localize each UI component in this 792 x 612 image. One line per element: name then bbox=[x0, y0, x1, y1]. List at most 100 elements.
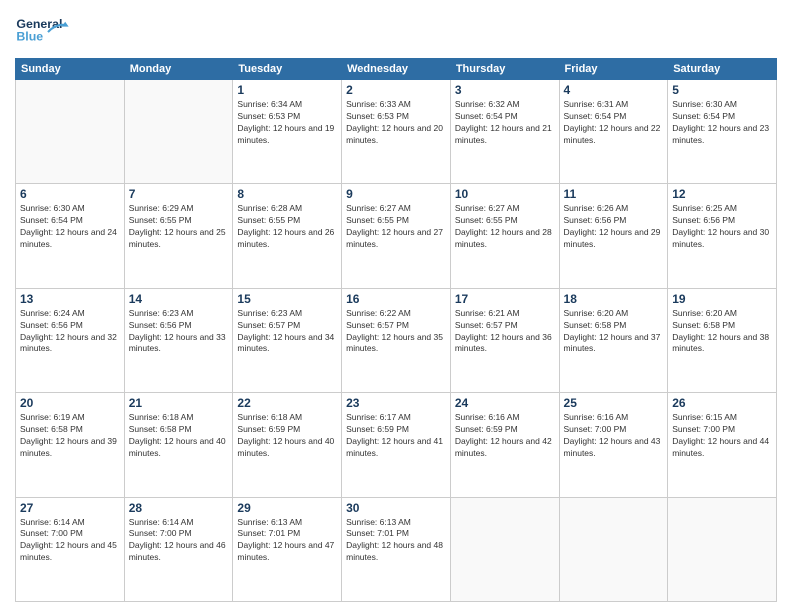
day-number: 23 bbox=[346, 396, 446, 410]
day-info: Sunrise: 6:13 AM Sunset: 7:01 PM Dayligh… bbox=[346, 517, 446, 565]
day-cell: 6 Sunrise: 6:30 AM Sunset: 6:54 PM Daylig… bbox=[16, 184, 125, 288]
day-info: Sunrise: 6:34 AM Sunset: 6:53 PM Dayligh… bbox=[237, 99, 337, 147]
column-header-sunday: Sunday bbox=[16, 59, 125, 80]
day-info: Sunrise: 6:22 AM Sunset: 6:57 PM Dayligh… bbox=[346, 308, 446, 356]
week-row-3: 13 Sunrise: 6:24 AM Sunset: 6:56 PM Dayli… bbox=[16, 288, 777, 392]
day-info: Sunrise: 6:26 AM Sunset: 6:56 PM Dayligh… bbox=[564, 203, 664, 251]
column-header-wednesday: Wednesday bbox=[342, 59, 451, 80]
week-row-1: 1 Sunrise: 6:34 AM Sunset: 6:53 PM Daylig… bbox=[16, 80, 777, 184]
day-cell: 27Sunrise: 6:14 AM Sunset: 7:00 PM Dayli… bbox=[16, 497, 125, 601]
calendar-body: 1 Sunrise: 6:34 AM Sunset: 6:53 PM Daylig… bbox=[16, 80, 777, 602]
week-row-4: 20 Sunrise: 6:19 AM Sunset: 6:58 PM Dayli… bbox=[16, 393, 777, 497]
day-number: 22 bbox=[237, 396, 337, 410]
day-cell bbox=[559, 497, 668, 601]
day-info: Sunrise: 6:21 AM Sunset: 6:57 PM Dayligh… bbox=[455, 308, 555, 356]
day-info: Sunrise: 6:16 AM Sunset: 7:00 PM Dayligh… bbox=[564, 412, 664, 460]
day-info: Sunrise: 6:25 AM Sunset: 6:56 PM Dayligh… bbox=[672, 203, 772, 251]
day-cell: 25 Sunrise: 6:16 AM Sunset: 7:00 PM Dayli… bbox=[559, 393, 668, 497]
day-info: Sunrise: 6:30 AM Sunset: 6:54 PM Dayligh… bbox=[672, 99, 772, 147]
calendar-table: SundayMondayTuesdayWednesdayThursdayFrid… bbox=[15, 58, 777, 602]
day-number: 1 bbox=[237, 83, 337, 97]
day-info: Sunrise: 6:14 AM Sunset: 7:00 PM Dayligh… bbox=[129, 517, 229, 565]
day-number: 15 bbox=[237, 292, 337, 306]
calendar-header: SundayMondayTuesdayWednesdayThursdayFrid… bbox=[16, 59, 777, 80]
day-number: 29 bbox=[237, 501, 337, 515]
day-info: Sunrise: 6:13 AM Sunset: 7:01 PM Dayligh… bbox=[237, 517, 337, 565]
day-number: 19 bbox=[672, 292, 772, 306]
day-number: 7 bbox=[129, 187, 229, 201]
day-cell: 1 Sunrise: 6:34 AM Sunset: 6:53 PM Daylig… bbox=[233, 80, 342, 184]
day-number: 6 bbox=[20, 187, 120, 201]
day-info: Sunrise: 6:28 AM Sunset: 6:55 PM Dayligh… bbox=[237, 203, 337, 251]
day-cell bbox=[668, 497, 777, 601]
day-number: 16 bbox=[346, 292, 446, 306]
day-number: 21 bbox=[129, 396, 229, 410]
day-number: 18 bbox=[564, 292, 664, 306]
day-number: 28 bbox=[129, 501, 229, 515]
day-cell: 4 Sunrise: 6:31 AM Sunset: 6:54 PM Daylig… bbox=[559, 80, 668, 184]
day-number: 2 bbox=[346, 83, 446, 97]
day-number: 25 bbox=[564, 396, 664, 410]
day-cell: 26Sunrise: 6:15 AM Sunset: 7:00 PM Dayli… bbox=[668, 393, 777, 497]
day-cell: 14 Sunrise: 6:23 AM Sunset: 6:56 PM Dayli… bbox=[124, 288, 233, 392]
day-info: Sunrise: 6:19 AM Sunset: 6:58 PM Dayligh… bbox=[20, 412, 120, 460]
day-cell: 29 Sunrise: 6:13 AM Sunset: 7:01 PM Dayli… bbox=[233, 497, 342, 601]
column-header-thursday: Thursday bbox=[450, 59, 559, 80]
day-info: Sunrise: 6:20 AM Sunset: 6:58 PM Dayligh… bbox=[564, 308, 664, 356]
day-number: 11 bbox=[564, 187, 664, 201]
day-cell bbox=[450, 497, 559, 601]
day-cell: 12 Sunrise: 6:25 AM Sunset: 6:56 PM Dayli… bbox=[668, 184, 777, 288]
day-number: 17 bbox=[455, 292, 555, 306]
day-info: Sunrise: 6:16 AM Sunset: 6:59 PM Dayligh… bbox=[455, 412, 555, 460]
header-row: SundayMondayTuesdayWednesdayThursdayFrid… bbox=[16, 59, 777, 80]
logo-icon: General Blue bbox=[15, 10, 70, 50]
day-info: Sunrise: 6:23 AM Sunset: 6:57 PM Dayligh… bbox=[237, 308, 337, 356]
column-header-tuesday: Tuesday bbox=[233, 59, 342, 80]
day-number: 8 bbox=[237, 187, 337, 201]
day-number: 24 bbox=[455, 396, 555, 410]
column-header-friday: Friday bbox=[559, 59, 668, 80]
header: General Blue bbox=[15, 10, 777, 50]
day-info: Sunrise: 6:23 AM Sunset: 6:56 PM Dayligh… bbox=[129, 308, 229, 356]
day-number: 4 bbox=[564, 83, 664, 97]
day-number: 26 bbox=[672, 396, 772, 410]
day-number: 13 bbox=[20, 292, 120, 306]
day-cell: 8 Sunrise: 6:28 AM Sunset: 6:55 PM Daylig… bbox=[233, 184, 342, 288]
day-cell: 15 Sunrise: 6:23 AM Sunset: 6:57 PM Dayli… bbox=[233, 288, 342, 392]
day-number: 30 bbox=[346, 501, 446, 515]
page: General Blue SundayMondayTuesdayWednesda… bbox=[0, 0, 792, 612]
day-cell: 9 Sunrise: 6:27 AM Sunset: 6:55 PM Daylig… bbox=[342, 184, 451, 288]
day-info: Sunrise: 6:27 AM Sunset: 6:55 PM Dayligh… bbox=[455, 203, 555, 251]
day-cell: 3Sunrise: 6:32 AM Sunset: 6:54 PM Daylig… bbox=[450, 80, 559, 184]
day-cell: 23 Sunrise: 6:17 AM Sunset: 6:59 PM Dayli… bbox=[342, 393, 451, 497]
day-info: Sunrise: 6:18 AM Sunset: 6:58 PM Dayligh… bbox=[129, 412, 229, 460]
day-number: 9 bbox=[346, 187, 446, 201]
day-info: Sunrise: 6:29 AM Sunset: 6:55 PM Dayligh… bbox=[129, 203, 229, 251]
day-cell: 5 Sunrise: 6:30 AM Sunset: 6:54 PM Daylig… bbox=[668, 80, 777, 184]
day-cell: 18 Sunrise: 6:20 AM Sunset: 6:58 PM Dayli… bbox=[559, 288, 668, 392]
column-header-saturday: Saturday bbox=[668, 59, 777, 80]
day-cell bbox=[124, 80, 233, 184]
day-info: Sunrise: 6:27 AM Sunset: 6:55 PM Dayligh… bbox=[346, 203, 446, 251]
day-number: 12 bbox=[672, 187, 772, 201]
day-cell: 11 Sunrise: 6:26 AM Sunset: 6:56 PM Dayli… bbox=[559, 184, 668, 288]
day-cell: 20 Sunrise: 6:19 AM Sunset: 6:58 PM Dayli… bbox=[16, 393, 125, 497]
day-cell: 16 Sunrise: 6:22 AM Sunset: 6:57 PM Dayli… bbox=[342, 288, 451, 392]
day-info: Sunrise: 6:24 AM Sunset: 6:56 PM Dayligh… bbox=[20, 308, 120, 356]
day-cell: 28 Sunrise: 6:14 AM Sunset: 7:00 PM Dayli… bbox=[124, 497, 233, 601]
svg-text:Blue: Blue bbox=[16, 29, 43, 43]
day-cell: 19Sunrise: 6:20 AM Sunset: 6:58 PM Dayli… bbox=[668, 288, 777, 392]
column-header-monday: Monday bbox=[124, 59, 233, 80]
logo: General Blue bbox=[15, 10, 70, 50]
day-info: Sunrise: 6:17 AM Sunset: 6:59 PM Dayligh… bbox=[346, 412, 446, 460]
day-number: 14 bbox=[129, 292, 229, 306]
day-number: 20 bbox=[20, 396, 120, 410]
day-info: Sunrise: 6:30 AM Sunset: 6:54 PM Dayligh… bbox=[20, 203, 120, 251]
day-number: 5 bbox=[672, 83, 772, 97]
day-info: Sunrise: 6:31 AM Sunset: 6:54 PM Dayligh… bbox=[564, 99, 664, 147]
week-row-2: 6 Sunrise: 6:30 AM Sunset: 6:54 PM Daylig… bbox=[16, 184, 777, 288]
day-info: Sunrise: 6:33 AM Sunset: 6:53 PM Dayligh… bbox=[346, 99, 446, 147]
day-cell: 21 Sunrise: 6:18 AM Sunset: 6:58 PM Dayli… bbox=[124, 393, 233, 497]
day-cell bbox=[16, 80, 125, 184]
day-info: Sunrise: 6:14 AM Sunset: 7:00 PM Dayligh… bbox=[20, 517, 120, 565]
